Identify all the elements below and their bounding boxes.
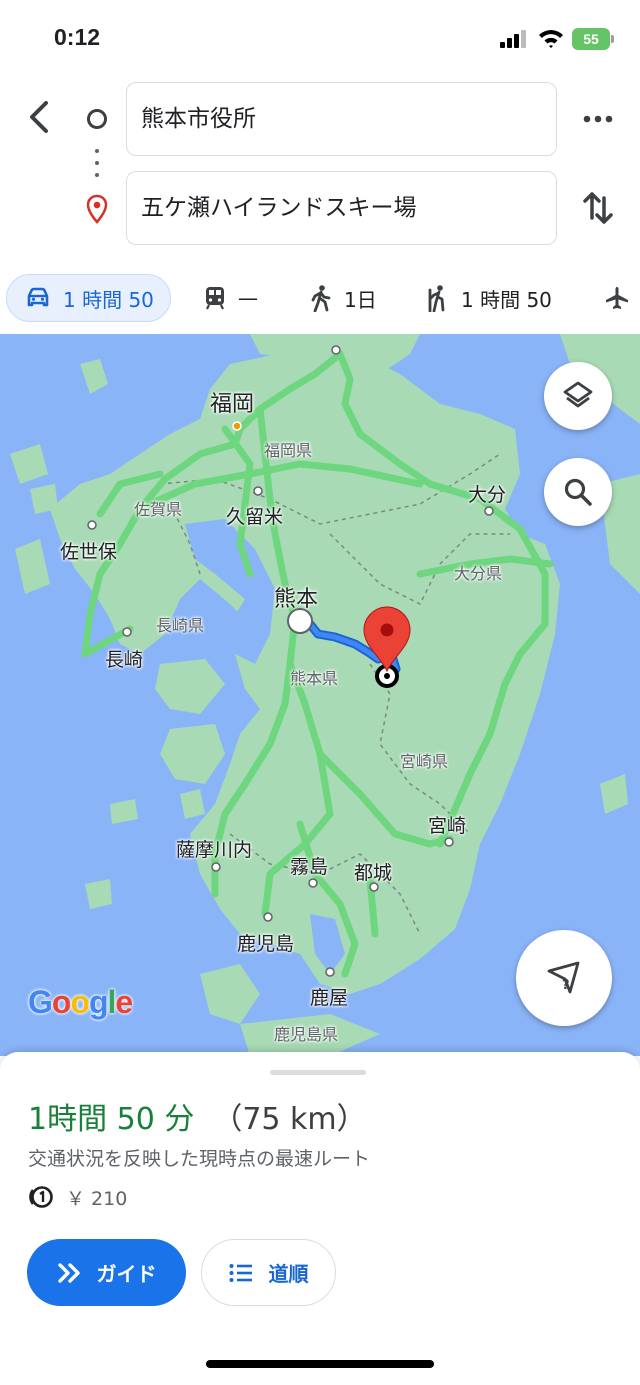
destination-pin-icon — [86, 194, 108, 224]
map-label-miyakonojo: 都城 — [354, 862, 393, 884]
swap-icon[interactable] — [580, 188, 616, 228]
more-options-icon[interactable] — [578, 104, 618, 134]
route-summary-sheet[interactable]: 1時間 50 分 （75 km） 交通状況を反映した現時点の最速ルート ￥ 210… — [0, 1052, 640, 1385]
tab-walk-label: 1日 — [344, 287, 377, 312]
tab-ride[interactable]: 1 時間 50 — [425, 274, 552, 322]
map-label-kirishima: 霧島 — [290, 856, 329, 878]
map-label-kumamoto: 熊本 — [274, 587, 319, 612]
tab-transit-label: — — [238, 286, 258, 310]
search-icon — [564, 478, 592, 506]
home-indicator[interactable] — [206, 1360, 434, 1368]
tab-car-label: 1 時間 50 — [63, 287, 154, 312]
navigation-question-icon: ? — [547, 961, 580, 994]
map-label-kumamoto-pref: 熊本県 — [290, 669, 339, 688]
map-view[interactable]: 福岡 福岡県 佐賀県 久留米 大分 佐世保 大分県 熊本 長崎県 長崎 熊本県 … — [0, 334, 640, 1056]
map-label-kagoshima-pref: 鹿児島県 — [274, 1025, 339, 1044]
map-label-miyazaki: 宮崎 — [428, 815, 467, 837]
battery-icon: 55 — [572, 28, 616, 50]
route-duration: 1時間 50 分 （75 km） — [28, 1094, 367, 1138]
route-dots-icon — [95, 149, 99, 179]
steps-button[interactable]: 道順 — [201, 1239, 336, 1306]
status-time: 0:12 — [54, 24, 101, 50]
sheet-drag-handle[interactable] — [270, 1070, 366, 1075]
map-label-oita: 大分 — [468, 484, 507, 506]
train-icon — [206, 287, 224, 310]
map-label-sasebo: 佐世保 — [60, 541, 118, 563]
search-along-route-button[interactable] — [544, 458, 612, 526]
duration-text: 1時間 50 分 — [28, 1102, 195, 1137]
map-label-fukuoka-pref: 福岡県 — [264, 441, 313, 460]
map-label-satsumasendai: 薩摩川内 — [176, 839, 253, 861]
map-label-saga-pref: 佐賀県 — [134, 500, 183, 519]
car-icon — [27, 287, 49, 307]
map-label-oita-pref: 大分県 — [454, 564, 503, 583]
travel-mode-tabs: 1 時間 50 — 1日 1 時間 50 — [0, 270, 640, 326]
route-description: 交通状況を反映した現時点の最速ルート — [28, 1148, 371, 1170]
guide-label: ガイド — [96, 1262, 157, 1286]
status-bar: 0:12 55 — [0, 0, 640, 78]
map-label-kagoshima: 鹿児島 — [237, 933, 295, 955]
wifi-icon — [539, 30, 563, 48]
toll-amount: ￥ 210 — [66, 1187, 128, 1210]
map-label-nagasaki-pref: 長崎県 — [156, 616, 205, 635]
tab-flight[interactable] — [604, 274, 640, 322]
double-chevron-icon — [57, 1262, 80, 1283]
origin-circle-icon — [87, 109, 107, 129]
destination-field[interactable]: 五ケ瀬ハイランドスキー場 — [126, 171, 557, 245]
google-logo: Google — [28, 984, 133, 1020]
distance-text: （75 km） — [212, 1102, 367, 1137]
map-label-nagasaki: 長崎 — [105, 649, 144, 671]
steps-label: 道順 — [268, 1262, 309, 1286]
tab-walk[interactable]: 1日 — [310, 274, 377, 322]
tab-ride-label: 1 時間 50 — [461, 287, 552, 312]
cellular-signal-icon — [500, 30, 528, 48]
map-label-kurume: 久留米 — [226, 506, 284, 528]
map-label-miyazaki-pref: 宮崎県 — [400, 752, 449, 771]
ride-icon — [428, 285, 445, 312]
toll-icon — [29, 1186, 53, 1208]
origin-field[interactable]: 熊本市役所 — [126, 82, 557, 156]
battery-level: 55 — [572, 28, 610, 50]
map-label-fukuoka: 福岡 — [210, 392, 255, 417]
airplane-icon — [606, 287, 628, 309]
tab-car[interactable]: 1 時間 50 — [6, 274, 171, 322]
svg-text:?: ? — [562, 978, 570, 993]
layers-button[interactable] — [544, 362, 612, 430]
tab-transit[interactable]: — — [204, 274, 258, 322]
map-label-kanoya: 鹿屋 — [310, 987, 349, 1009]
layers-icon — [563, 381, 593, 408]
back-arrow-icon[interactable] — [20, 95, 56, 139]
toll-info: ￥ 210 — [28, 1184, 127, 1210]
walk-icon — [311, 285, 331, 312]
report-issue-button[interactable]: ? — [516, 930, 612, 1026]
start-guide-button[interactable]: ガイド — [27, 1239, 186, 1306]
list-icon — [229, 1263, 252, 1282]
